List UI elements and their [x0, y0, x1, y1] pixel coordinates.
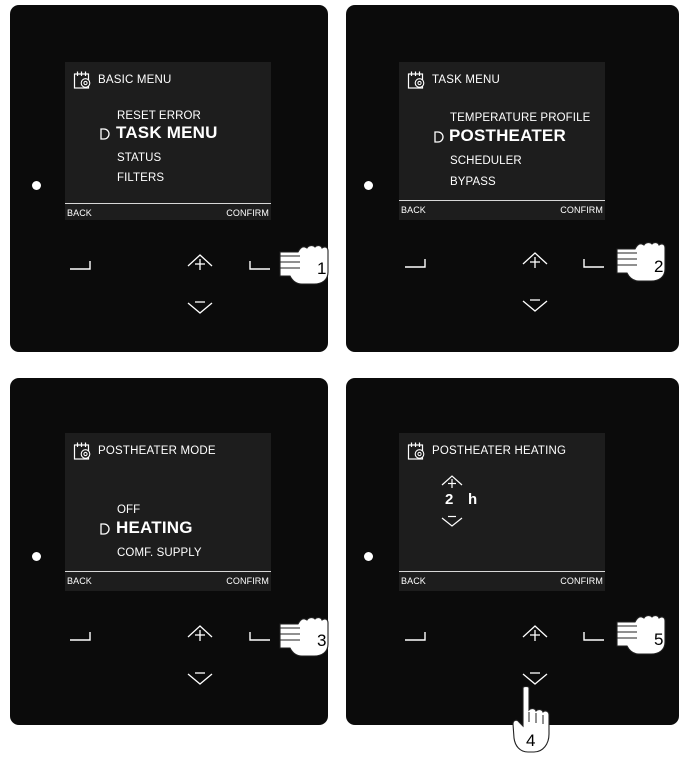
footer-divider — [65, 571, 271, 572]
minus-down-icon[interactable] — [187, 671, 213, 685]
confirm-button[interactable] — [249, 260, 271, 270]
menu-item-temperature-profile[interactable]: TEMPERATURE PROFILE — [450, 112, 590, 124]
confirm-button[interactable] — [583, 631, 605, 641]
value-down-icon[interactable] — [441, 515, 463, 527]
back-label: BACK — [67, 576, 92, 586]
screen-title-text: POSTHEATER MODE — [98, 445, 216, 457]
device-panel-task-menu: TASK MENU TEMPERATURE PROFILE POSTHEATER… — [346, 5, 679, 352]
back-button[interactable] — [404, 258, 426, 268]
menu-item-filters[interactable]: FILTERS — [117, 172, 164, 184]
selection-pointer-icon — [434, 130, 444, 146]
pointing-hand-icon: 3 — [279, 617, 329, 657]
device-panel-postheater-mode: POSTHEATER MODE OFF HEATING COMF. SUPPLY… — [10, 378, 328, 725]
confirm-button[interactable] — [583, 258, 605, 268]
menu-calendar-gear-icon — [407, 442, 425, 460]
confirm-button[interactable] — [249, 631, 271, 641]
back-label: BACK — [401, 205, 426, 215]
device-panel-postheater-heating: POSTHEATER HEATING 2 h BACK CONFIRM — [346, 378, 679, 725]
status-led — [364, 552, 373, 561]
footer-divider — [399, 571, 605, 572]
status-led — [364, 181, 373, 190]
menu-item-postheater-selected[interactable]: POSTHEATER — [449, 126, 566, 146]
pointing-hand-down-icon: 4 — [512, 686, 550, 753]
selection-pointer-icon — [100, 127, 110, 143]
confirm-label: CONFIRM — [226, 208, 269, 218]
step-number: 5 — [654, 630, 663, 649]
menu-calendar-gear-icon — [407, 71, 425, 89]
step-number: 4 — [526, 731, 535, 750]
back-label: BACK — [67, 208, 92, 218]
back-button[interactable] — [69, 260, 91, 270]
back-button[interactable] — [404, 631, 426, 641]
footer-divider — [65, 203, 271, 204]
screen-title: BASIC MENU — [73, 70, 172, 90]
confirm-label: CONFIRM — [560, 576, 603, 586]
confirm-label: CONFIRM — [560, 205, 603, 215]
screen-title: POSTHEATER HEATING — [407, 441, 566, 461]
menu-calendar-gear-icon — [73, 71, 91, 89]
menu-item-off[interactable]: OFF — [117, 504, 140, 516]
menu-calendar-gear-icon — [73, 442, 91, 460]
setting-unit: h — [468, 491, 478, 508]
plus-up-icon[interactable] — [522, 624, 548, 642]
step-number: 2 — [654, 257, 663, 276]
minus-down-icon[interactable] — [522, 671, 548, 685]
screen-title: TASK MENU — [407, 70, 500, 90]
plus-up-icon[interactable] — [522, 251, 548, 269]
step-number: 1 — [317, 259, 326, 278]
status-led — [32, 181, 41, 190]
screen-title-text: POSTHEATER HEATING — [432, 445, 567, 457]
plus-up-icon[interactable] — [187, 253, 213, 271]
menu-item-reset-error[interactable]: RESET ERROR — [117, 110, 201, 122]
screen-title-text: TASK MENU — [432, 74, 501, 86]
menu-item-bypass[interactable]: BYPASS — [450, 176, 496, 188]
plus-up-icon[interactable] — [187, 624, 213, 642]
back-button[interactable] — [69, 631, 91, 641]
back-label: BACK — [401, 576, 426, 586]
display-screen: POSTHEATER MODE OFF HEATING COMF. SUPPLY… — [65, 433, 271, 591]
menu-item-heating-selected[interactable]: HEATING — [116, 518, 193, 538]
value-up-icon[interactable] — [441, 474, 463, 489]
confirm-label: CONFIRM — [226, 576, 269, 586]
menu-item-scheduler[interactable]: SCHEDULER — [450, 155, 522, 167]
pointing-hand-icon: 2 — [616, 242, 666, 282]
step-number: 3 — [317, 631, 326, 650]
minus-down-icon[interactable] — [187, 300, 213, 314]
minus-down-icon[interactable] — [522, 298, 548, 312]
setting-value: 2 — [445, 491, 454, 508]
selection-pointer-icon — [100, 522, 110, 538]
display-screen: TASK MENU TEMPERATURE PROFILE POSTHEATER… — [399, 62, 605, 220]
pointing-hand-icon: 5 — [616, 615, 666, 655]
status-led — [32, 552, 41, 561]
menu-item-status[interactable]: STATUS — [117, 152, 161, 164]
menu-item-task-menu-selected[interactable]: TASK MENU — [116, 123, 218, 143]
footer-divider — [399, 200, 605, 201]
display-screen: POSTHEATER HEATING 2 h BACK CONFIRM — [399, 433, 605, 591]
device-panel-basic-menu: BASIC MENU RESET ERROR TASK MENU STATUS … — [10, 5, 328, 352]
screen-title: POSTHEATER MODE — [73, 441, 216, 461]
pointing-hand-icon: 1 — [279, 245, 329, 285]
menu-item-comf-supply[interactable]: COMF. SUPPLY — [117, 547, 202, 559]
screen-title-text: BASIC MENU — [98, 74, 172, 86]
display-screen: BASIC MENU RESET ERROR TASK MENU STATUS … — [65, 62, 271, 220]
